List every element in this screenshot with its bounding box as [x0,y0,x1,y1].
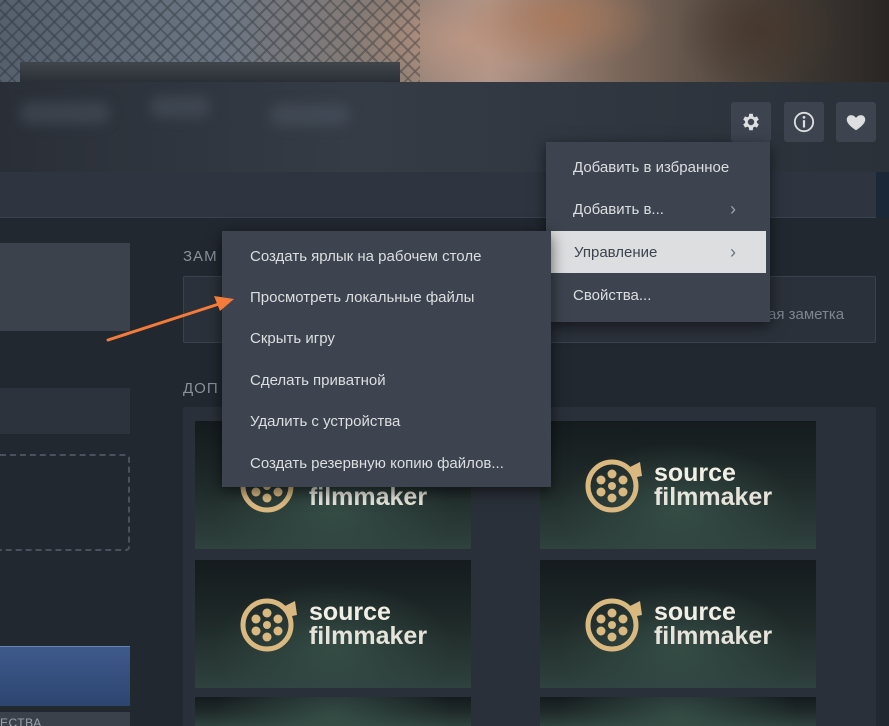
menu-item-label: Просмотреть локальные файлы [250,288,475,306]
notes-placeholder: ая заметка [768,306,845,323]
menu-item-manage[interactable]: Управление › [551,231,766,273]
heart-icon [846,115,866,131]
blurred-stat [270,104,350,126]
left-info-bar [0,388,130,434]
logo-line-1: source [653,459,736,487]
menu-item-label: Создать ярлык на рабочем столе [250,247,482,265]
dlc-section-label: ДОП [183,380,219,397]
settings-button[interactable] [731,102,771,142]
game-hero-banner [0,0,889,82]
left-bottom-label: ЕСТВА [0,716,42,726]
dlc-tile[interactable]: source filmmaker [540,421,816,549]
menu-item-browse-local-files[interactable]: Просмотреть локальные файлы [222,277,551,317]
menu-item-add-favorite[interactable]: Добавить в избранное [546,146,770,188]
menu-item-label: Добавить в избранное [573,158,730,176]
menu-item-uninstall[interactable]: Удалить с устройства [222,401,551,441]
left-drop-zone [0,454,130,551]
menu-item-label: Создать резервную копию файлов... [250,454,504,472]
game-context-menu: Добавить в избранное Добавить в... › Упр… [546,142,770,322]
chevron-right-icon: › [730,241,736,262]
menu-item-hide-game[interactable]: Скрыть игру [222,318,551,358]
menu-item-properties[interactable]: Свойства... [546,274,770,316]
notes-section-label: ЗАМ [183,248,218,265]
menu-item-label: Управление [574,243,658,261]
left-action-button[interactable] [0,646,130,706]
blurred-stat [150,96,210,118]
logo-line-2: filmmaker [308,483,428,511]
dlc-tile[interactable]: source filmmaker [540,560,816,688]
sfm-logo: source filmmaker [584,593,772,655]
dlc-tile[interactable]: source filmmaker [195,560,471,688]
info-icon [793,111,815,133]
menu-item-label: Удалить с устройства [250,412,401,430]
chevron-right-icon: › [730,198,736,219]
sfm-logo: source filmmaker [239,593,427,655]
menu-item-label: Добавить в... [573,200,664,218]
menu-item-label: Скрыть игру [250,329,335,347]
menu-item-add-to[interactable]: Добавить в... › [546,188,770,230]
menu-item-backup-files[interactable]: Создать резервную копию файлов... [222,443,551,483]
film-reel-icon [585,459,642,513]
menu-item-label: Свойства... [573,286,652,304]
dlc-tile[interactable] [540,697,816,726]
logo-line-1: source [308,598,391,626]
sfm-logo: source filmmaker [584,454,772,516]
favorite-button[interactable] [836,102,876,142]
menu-item-make-private[interactable]: Сделать приватной [222,360,551,400]
left-media-panel [0,243,130,331]
logo-line-1: source [653,598,736,626]
logo-line-2: filmmaker [653,483,773,511]
gear-icon [743,113,759,131]
manage-submenu: Создать ярлык на рабочем столе Просмотре… [222,231,551,487]
dlc-tile[interactable] [195,697,471,726]
blurred-stat [20,102,110,124]
film-reel-icon [585,598,642,652]
hero-roof-shape [20,62,400,82]
menu-item-create-shortcut[interactable]: Создать ярлык на рабочем столе [222,236,551,276]
logo-line-2: filmmaker [653,622,773,650]
logo-line-2: filmmaker [308,622,428,650]
menu-item-label: Сделать приватной [250,371,386,389]
film-reel-icon [240,598,297,652]
info-button[interactable] [784,102,824,142]
